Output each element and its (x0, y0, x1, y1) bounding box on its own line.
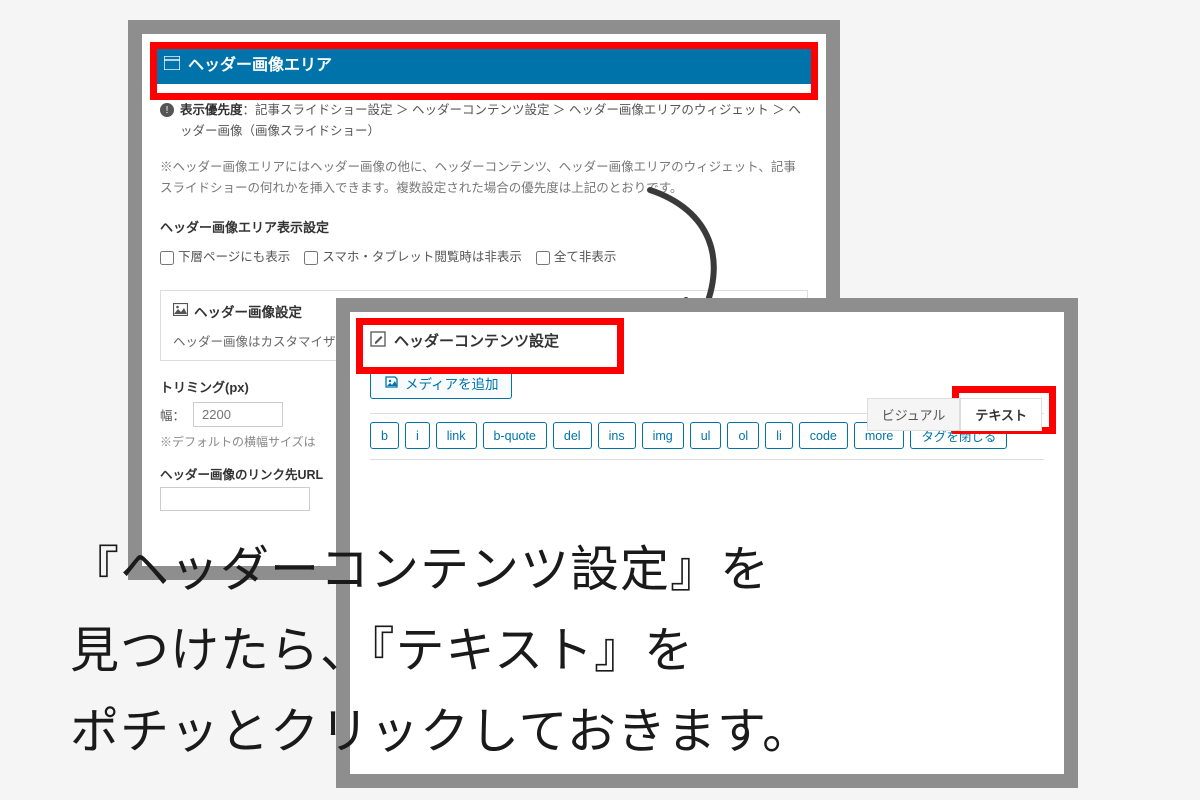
priority-note: ※ヘッダー画像エリアにはヘッダー画像の他に、ヘッダーコンテンツ、ヘッダー画像エリ… (160, 157, 808, 200)
media-icon (383, 375, 399, 392)
settings-panel-header-content: ヘッダーコンテンツ設定 メディアを追加 ビジュアル テキスト b i link … (336, 298, 1078, 788)
tab-visual[interactable]: ビジュアル (867, 398, 961, 431)
checkbox-hide-sp[interactable] (304, 251, 318, 265)
toolbar-btn-img[interactable]: img (642, 422, 684, 449)
toolbar-btn-ol[interactable]: ol (727, 422, 759, 449)
toolbar-btn-bquote[interactable]: b-quote (483, 422, 547, 449)
priority-line: ! 表示優先度：記事スライドショー設定 ＞ ヘッダーコンテンツ設定 ＞ ヘッダー… (160, 100, 808, 143)
toolbar-btn-code[interactable]: code (799, 422, 848, 449)
display-settings-title: ヘッダー画像エリア表示設定 (160, 217, 808, 239)
add-media-label: メディアを追加 (405, 373, 499, 393)
display-settings-checks: 下層ページにも表示 スマホ・タブレット閲覧時は非表示 全て非表示 (160, 247, 808, 268)
check-lower-pages[interactable]: 下層ページにも表示 (160, 247, 290, 268)
editor-tabs: ビジュアル テキスト (867, 398, 1042, 431)
toolbar-btn-link[interactable]: link (436, 422, 477, 449)
checkbox-lower-pages[interactable] (160, 251, 174, 265)
priority-label: 表示優先度 (180, 103, 243, 117)
tab-text[interactable]: テキスト (960, 398, 1042, 431)
section-body: ! 表示優先度：記事スライドショー設定 ＞ ヘッダーコンテンツ設定 ＞ ヘッダー… (142, 92, 826, 276)
priority-text: ：記事スライドショー設定 ＞ ヘッダーコンテンツ設定 ＞ ヘッダー画像エリアのウ… (180, 103, 801, 138)
highlight-header-content-title (356, 318, 624, 374)
toolbar-btn-li[interactable]: li (765, 422, 793, 449)
highlight-header-image-area (150, 42, 818, 100)
width-input[interactable] (193, 402, 283, 427)
toolbar-btn-b[interactable]: b (370, 422, 399, 449)
toolbar-btn-i[interactable]: i (405, 422, 430, 449)
image-icon (173, 303, 188, 319)
toolbar-btn-ins[interactable]: ins (598, 422, 636, 449)
checkbox-hide-all[interactable] (536, 251, 550, 265)
check-hide-sp[interactable]: スマホ・タブレット閲覧時は非表示 (304, 247, 522, 268)
link-url-input[interactable] (160, 487, 310, 511)
info-icon: ! (160, 103, 174, 117)
editor-textarea[interactable] (370, 460, 1044, 720)
check-hide-all[interactable]: 全て非表示 (536, 247, 617, 268)
toolbar-btn-del[interactable]: del (553, 422, 592, 449)
toolbar-btn-ul[interactable]: ul (690, 422, 722, 449)
width-label: 幅： (160, 405, 185, 424)
